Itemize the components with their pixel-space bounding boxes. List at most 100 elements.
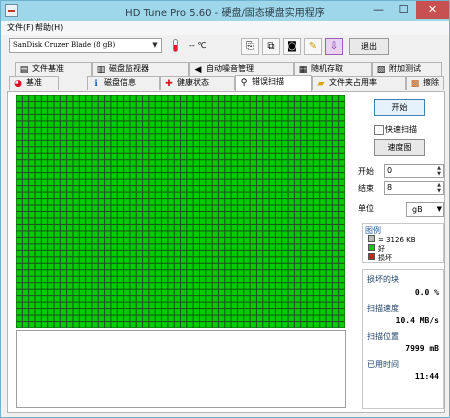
screenshot-button[interactable]: ◙	[283, 38, 301, 55]
scan-block	[79, 121, 86, 127]
scan-block	[256, 95, 263, 101]
scan-block	[282, 179, 288, 186]
scan-block	[187, 147, 193, 153]
scan-block	[237, 257, 244, 263]
scan-block	[111, 108, 117, 114]
scan-block	[181, 192, 187, 199]
scan-block	[320, 114, 326, 121]
scan-block	[130, 322, 136, 328]
minimize-button[interactable]: —	[366, 1, 391, 19]
tab-folder-usage[interactable]: ▰ 文件夹占用率	[312, 76, 406, 90]
scan-block	[250, 95, 256, 101]
menu-help[interactable]: 帮助(H)	[35, 22, 63, 33]
scan-block	[35, 276, 41, 283]
scan-block	[256, 160, 263, 166]
scan-block	[79, 257, 86, 263]
scan-block	[237, 114, 244, 121]
scan-block	[326, 192, 332, 199]
scan-block	[218, 114, 225, 121]
scan-block	[60, 257, 67, 263]
scan-block	[162, 270, 168, 276]
tab-aam[interactable]: ◀ 自动噪音管理	[189, 62, 294, 76]
scan-block	[162, 153, 168, 160]
scan-block	[282, 166, 288, 173]
start-field[interactable]: 0 ▲ ▼	[384, 164, 444, 178]
scan-block	[237, 231, 244, 237]
scan-block	[60, 140, 67, 147]
scan-block	[237, 179, 244, 186]
close-button[interactable]: ✕	[416, 1, 449, 19]
scan-block	[332, 212, 339, 218]
scan-block	[29, 231, 35, 237]
scan-block	[332, 121, 339, 127]
tab-health[interactable]: ✚ 健康状态	[160, 76, 235, 90]
scan-block	[332, 153, 339, 160]
scan-block	[237, 121, 244, 127]
scan-block	[320, 192, 326, 199]
scan-block	[187, 244, 193, 250]
scan-block	[294, 244, 301, 250]
tab-random-access[interactable]: ▦ 随机存取	[294, 62, 372, 76]
scan-block	[212, 309, 218, 315]
end-field[interactable]: 8 ▲ ▼	[384, 181, 444, 195]
copy-all-button[interactable]: ⧉	[262, 38, 280, 55]
tab-info[interactable]: ℹ 磁盘信息	[87, 76, 160, 90]
scan-block	[187, 322, 193, 328]
scan-log-area[interactable]	[16, 330, 346, 408]
scan-block	[313, 140, 320, 147]
scan-block	[155, 147, 162, 153]
menu-file[interactable]: 文件(F)	[7, 22, 34, 33]
scan-block	[67, 186, 73, 192]
scan-block	[155, 108, 162, 114]
tab-file-benchmark[interactable]: ▤ 文件基准	[15, 62, 92, 76]
options-button[interactable]: ✎	[304, 38, 322, 55]
copy-info-button[interactable]: ⎘	[241, 38, 259, 55]
error-scan-panel: 开始 快速扫描 速度图 开始 0 ▲▼ 结束 8 ▲▼ 单位 gB ▼ 图例	[7, 91, 445, 413]
scan-block	[105, 244, 111, 250]
scan-block	[67, 276, 73, 283]
scan-block	[35, 212, 41, 218]
scan-controls: 开始 快速扫描 速度图 开始 0 ▲▼ 结束 8 ▲▼ 单位 gB ▼ 图例	[354, 92, 444, 412]
scan-block	[162, 108, 168, 114]
start-button[interactable]: 开始	[374, 99, 425, 116]
scan-block	[54, 95, 60, 101]
scan-block	[199, 283, 206, 289]
scan-block	[307, 166, 313, 173]
maximize-button[interactable]: ☐	[391, 1, 416, 19]
scan-block	[288, 289, 294, 296]
scan-block	[16, 296, 22, 302]
quick-scan-checkbox[interactable]	[374, 125, 384, 135]
scan-block	[29, 289, 35, 296]
scan-block	[320, 250, 326, 257]
scan-block	[73, 121, 79, 127]
spin-arrows-icon[interactable]: ▲ ▼	[435, 165, 443, 177]
scan-block	[98, 127, 105, 134]
scan-block	[111, 218, 117, 224]
tab-extra-tests[interactable]: ▧ 附加测试	[372, 62, 442, 76]
unit-select[interactable]: gB ▼	[406, 202, 444, 217]
scan-block	[98, 192, 105, 199]
scan-block	[301, 257, 307, 263]
drive-select[interactable]: SanDisk Cruzer Blade (8 gB) ▼	[9, 38, 162, 53]
scan-block	[244, 224, 250, 231]
tab-disk-monitor[interactable]: ▥ 磁盘监视器	[92, 62, 189, 76]
save-button[interactable]: ⇩	[325, 38, 343, 55]
scan-block	[60, 309, 67, 315]
scan-block	[98, 114, 105, 121]
scan-block	[294, 224, 301, 231]
scan-block	[294, 114, 301, 121]
scan-block	[307, 257, 313, 263]
scan-block	[174, 309, 180, 315]
scan-block	[313, 205, 320, 211]
scan-block	[339, 263, 345, 270]
scan-block	[199, 309, 206, 315]
tab-erase[interactable]: ▩ 擦除	[406, 76, 444, 90]
scan-block	[79, 199, 86, 205]
spin-arrows-icon[interactable]: ▲ ▼	[435, 182, 443, 194]
tab-error-scan[interactable]: ⚲ 错误扫描	[235, 75, 312, 91]
scan-block	[332, 199, 339, 205]
tab-benchmark[interactable]: ◕ 基准	[9, 76, 59, 90]
exit-button[interactable]: 退出	[349, 38, 389, 55]
scan-block	[29, 309, 35, 315]
speed-map-button[interactable]: 速度图	[374, 139, 425, 156]
